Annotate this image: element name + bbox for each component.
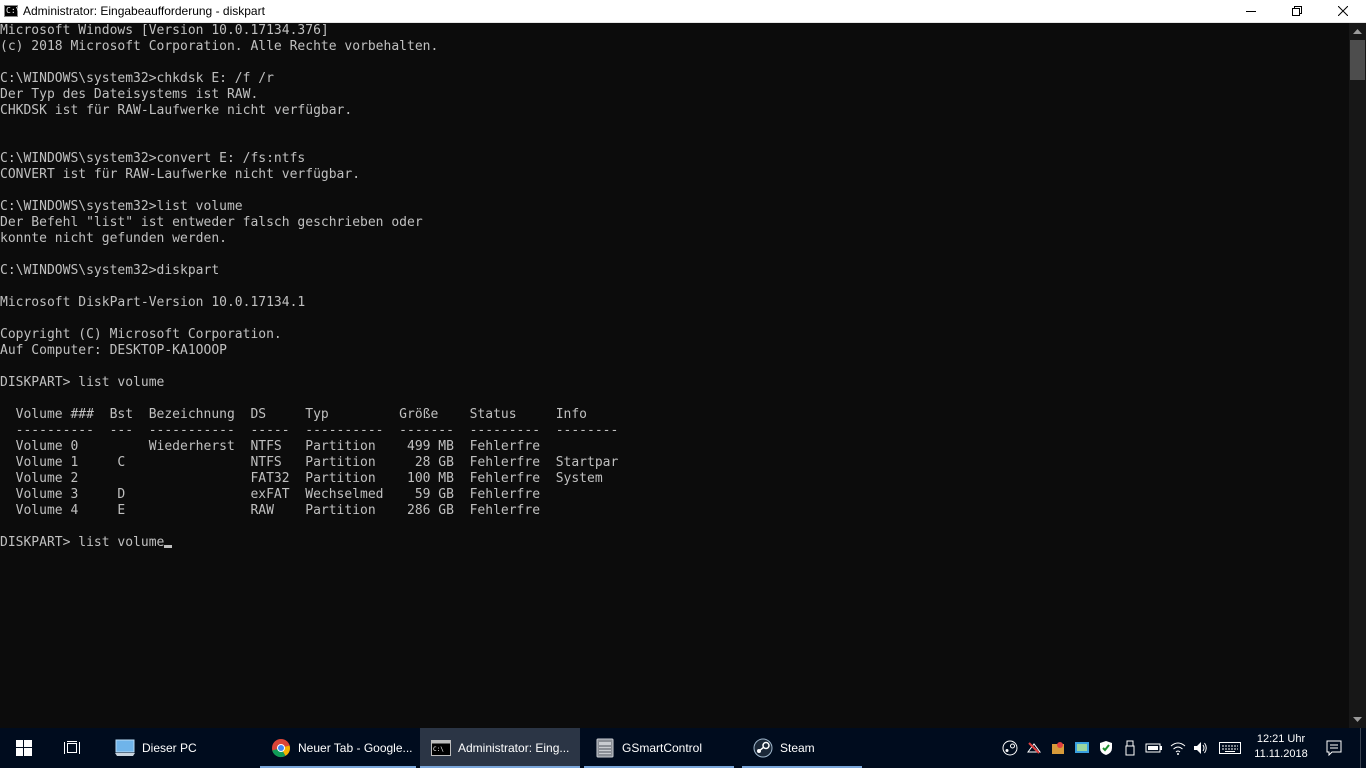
restore-icon xyxy=(1292,6,1302,16)
tray-usb-icon[interactable] xyxy=(1120,738,1140,758)
minimize-icon xyxy=(1246,11,1256,12)
taskbar-item-label: Steam xyxy=(780,741,815,755)
vertical-scrollbar[interactable] xyxy=(1349,23,1366,728)
console-line: konnte nicht gefunden werden. xyxy=(0,231,227,246)
taskbar-item-command-prompt[interactable]: C:\ Administrator: Eing... xyxy=(420,728,580,768)
console-line: Volume 4 E RAW Partition 286 GB Fehlerfr… xyxy=(15,503,541,518)
taskbar: Dieser PC Neuer Tab - Google... C:\ Admi… xyxy=(0,728,1366,768)
taskbar-item-chrome[interactable]: Neuer Tab - Google... xyxy=(260,728,416,768)
scrollbar-thumb[interactable] xyxy=(1350,40,1365,80)
console-line: Auf Computer: DESKTOP-KA1OOOP xyxy=(0,343,227,358)
console-line: Der Befehl "list" ist entweder falsch ge… xyxy=(0,215,423,230)
taskbar-item-label: Administrator: Eing... xyxy=(458,741,570,755)
console-line: Volume 0 Wiederherst NTFS Partition 499 … xyxy=(15,439,541,454)
taskbar-item-label: Neuer Tab - Google... xyxy=(298,741,413,755)
action-center-button[interactable] xyxy=(1318,728,1350,768)
steam-icon xyxy=(753,738,773,758)
console-line: CHKDSK ist für RAW-Laufwerke nicht verfü… xyxy=(0,103,353,118)
console-line: Volume 1 C NTFS Partition 28 GB Fehlerfr… xyxy=(15,455,619,470)
scroll-up-button[interactable] xyxy=(1349,23,1366,40)
tray-network-error-icon[interactable] xyxy=(1024,738,1044,758)
console-lines: Microsoft Windows [Version 10.0.17134.37… xyxy=(0,23,618,518)
title-bar[interactable]: C:\ Administrator: Eingabeaufforderung -… xyxy=(0,0,1366,23)
clock-date: 11.11.2018 xyxy=(1254,748,1308,760)
console-line: Volume ### Bst Bezeichnung DS Typ Größe … xyxy=(15,407,587,422)
scroll-down-button[interactable] xyxy=(1349,711,1366,728)
restore-button[interactable] xyxy=(1274,0,1320,22)
cmd-icon: C:\ xyxy=(431,740,451,756)
console-line: Copyright (C) Microsoft Corporation. xyxy=(0,327,282,342)
arrow-down-icon xyxy=(1353,717,1362,722)
task-view-icon xyxy=(64,741,80,754)
console-text: Microsoft Windows [Version 10.0.17134.37… xyxy=(0,23,1349,551)
console-line: Microsoft DiskPart-Version 10.0.17134.1 xyxy=(0,295,306,310)
console-line: C:\WINDOWS\system32>chkdsk E: /f /r xyxy=(0,71,274,86)
task-view-button[interactable] xyxy=(48,728,96,768)
svg-text:C:\: C:\ xyxy=(433,746,444,753)
drive-icon xyxy=(596,738,614,758)
console-line: Microsoft Windows [Version 10.0.17134.37… xyxy=(0,23,329,38)
console-line: ---------- --- ----------- ----- -------… xyxy=(15,423,619,438)
tray-steam-icon[interactable] xyxy=(1000,738,1020,758)
console-line: Der Typ des Dateisystems ist RAW. xyxy=(0,87,259,102)
taskbar-item-gsmartcontrol[interactable]: GSmartControl xyxy=(584,728,734,768)
tray-defender-icon[interactable] xyxy=(1096,738,1116,758)
text-cursor xyxy=(164,545,173,548)
console-line: C:\WINDOWS\system32>convert E: /fs:ntfs xyxy=(0,151,306,166)
console-line: Volume 3 D exFAT Wechselmed 59 GB Fehler… xyxy=(15,487,541,502)
tray-volume-icon[interactable] xyxy=(1190,738,1210,758)
chrome-icon xyxy=(272,739,290,758)
cmd-icon: C:\ xyxy=(4,5,21,17)
clock[interactable]: 12:21 Uhr 11.11.2018 xyxy=(1248,732,1314,762)
this-pc-icon xyxy=(115,739,135,756)
console-line: Volume 2 FAT32 Partition 100 MB Fehlerfr… xyxy=(15,471,603,486)
windows-icon xyxy=(16,740,32,756)
clock-time: 12:21 Uhr xyxy=(1256,733,1306,745)
console-line: C:\WINDOWS\system32>list volume xyxy=(0,199,243,214)
minimize-button[interactable] xyxy=(1228,0,1274,22)
tray-keyboard-icon[interactable] xyxy=(1218,738,1242,758)
console-line: C:\WINDOWS\system32>diskpart xyxy=(0,263,220,278)
tray-wifi-icon[interactable] xyxy=(1168,738,1188,758)
console-line: DISKPART> list volume xyxy=(0,375,165,390)
console-line: (c) 2018 Microsoft Corporation. Alle Rec… xyxy=(0,39,439,54)
taskbar-item-this-pc[interactable]: Dieser PC xyxy=(104,728,254,768)
close-icon xyxy=(1338,6,1348,16)
console-output[interactable]: Microsoft Windows [Version 10.0.17134.37… xyxy=(0,23,1349,728)
tray-battery-icon[interactable] xyxy=(1144,738,1164,758)
arrow-up-icon xyxy=(1353,29,1362,34)
console-line: CONVERT ist für RAW-Laufwerke nicht verf… xyxy=(0,167,361,182)
taskbar-item-steam[interactable]: Steam xyxy=(742,728,862,768)
start-button[interactable] xyxy=(0,728,48,768)
tray-app-icon[interactable] xyxy=(1048,738,1068,758)
show-desktop-button[interactable] xyxy=(1360,728,1366,768)
window-title: Administrator: Eingabeaufforderung - dis… xyxy=(23,4,265,18)
notification-icon xyxy=(1326,740,1342,756)
taskbar-item-label: GSmartControl xyxy=(622,741,703,755)
tray-monitor-icon[interactable] xyxy=(1072,738,1092,758)
taskbar-item-label: Dieser PC xyxy=(142,741,197,755)
close-button[interactable] xyxy=(1320,0,1366,22)
console-input-line[interactable]: DISKPART> list volume xyxy=(0,535,164,550)
